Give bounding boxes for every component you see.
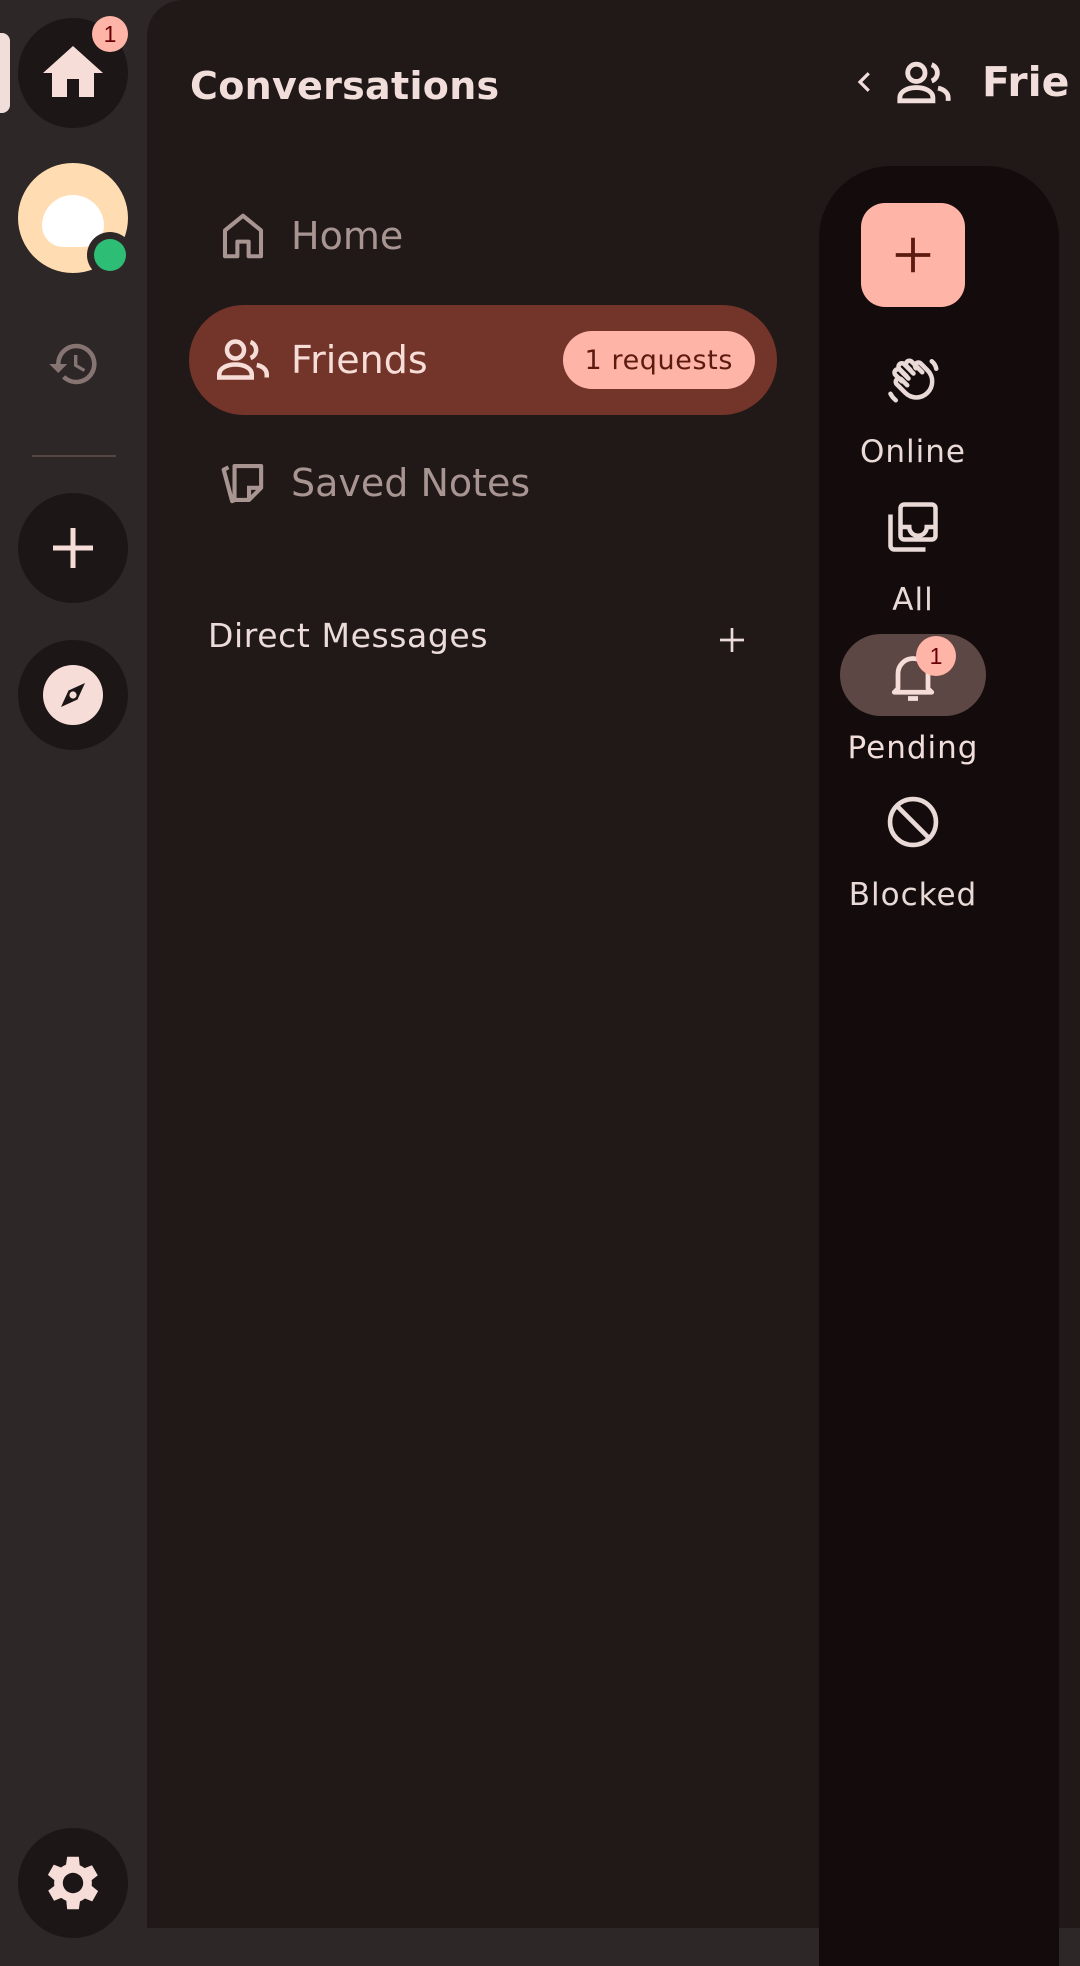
chevron-left-icon [857, 72, 870, 92]
settings-icon [47, 1856, 99, 1910]
status-ring [87, 232, 133, 278]
rail-divider [32, 455, 116, 457]
waving-hand-icon [888, 358, 939, 403]
people-icon [213, 330, 273, 390]
nav-item-label: Saved Notes [291, 461, 531, 505]
friends-header-icon [892, 55, 956, 111]
filter-blocked[interactable] [883, 792, 943, 852]
filter-all[interactable] [883, 497, 943, 557]
home-notification-badge: 1 [92, 16, 128, 52]
add-icon [895, 237, 931, 273]
filter-label-pending: Pending [847, 730, 979, 766]
online-status-dot [94, 239, 126, 271]
add-icon [720, 628, 744, 652]
header-title: Frie [982, 58, 1070, 106]
notes-icon [213, 453, 273, 513]
add-friend-button[interactable] [861, 203, 965, 307]
rail-selected-indicator [0, 33, 10, 113]
nav-item-label: Friends [291, 338, 428, 382]
add-server-button[interactable] [18, 493, 128, 603]
direct-messages-header: Direct Messages [208, 616, 489, 655]
block-icon [887, 796, 939, 848]
new-dm-button[interactable] [716, 624, 748, 656]
settings-button[interactable] [18, 1828, 128, 1938]
filter-label-blocked: Blocked [848, 877, 978, 913]
nav-item-saved-notes[interactable]: Saved Notes [189, 428, 777, 538]
compass-icon [43, 665, 103, 725]
history-icon [49, 343, 97, 385]
page-title: Conversations [190, 64, 500, 108]
add-icon [53, 528, 93, 568]
filter-label-all: All [892, 582, 934, 618]
people-icon [897, 61, 951, 104]
nav-item-friends[interactable]: Friends 1 requests [189, 305, 777, 415]
home-outline-icon [213, 206, 273, 266]
pending-badge: 1 [916, 636, 956, 676]
inbox-stack-icon [888, 502, 938, 552]
filter-online[interactable] [883, 350, 943, 410]
friend-requests-chip[interactable]: 1 requests [562, 331, 755, 389]
nav-item-home[interactable]: Home [189, 181, 777, 291]
back-button[interactable] [850, 64, 880, 100]
filter-label-online: Online [860, 434, 966, 470]
history-button[interactable] [47, 337, 101, 391]
nav-item-label: Home [291, 214, 404, 258]
explore-button[interactable] [18, 640, 128, 750]
